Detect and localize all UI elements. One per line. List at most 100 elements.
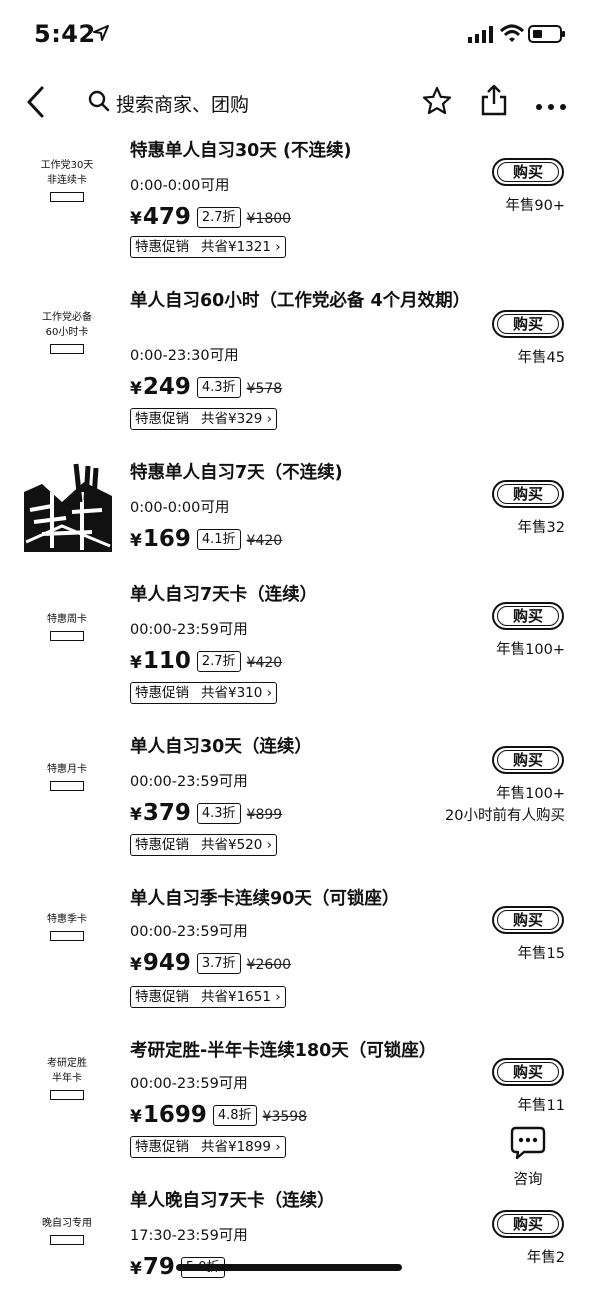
thumb-line: 考研定胜 [47,1058,87,1069]
buy-button[interactable]: 购买 [492,602,564,630]
price-value: 79 [142,1254,175,1280]
deal-thumbnail: 工作党必备 60小时卡 [22,310,112,400]
currency-symbol: ¥ [130,1259,142,1279]
deal-thumbnail: 晚自习专用 [22,1216,112,1306]
discount-badge: 2.7折 [196,207,241,228]
promo-save: 共省¥310 [201,685,263,701]
annual-sales: 年售100+ [496,786,565,802]
discount-badge: 4.8折 [212,1105,257,1126]
deal-price: ¥249 [130,374,191,400]
discount-badge: 2.7折 [196,651,241,672]
promo-badge[interactable]: 特惠促销 共省¥520 › [130,834,278,856]
thumb-tag [50,1090,84,1100]
signal-icon [468,26,494,48]
deal-hours: 0:00-0:00可用 [130,500,230,516]
promo-save: 共省¥329 [201,411,263,427]
promo-save: 共省¥1899 [201,1139,271,1155]
currency-symbol: ¥ [130,653,142,673]
discount-badge: 4.1折 [196,529,241,550]
deal-thumbnail: 工作党30天 非连续卡 [22,158,112,248]
deal-title: 特惠单人自习7天（不连续) [130,463,343,483]
thumb-line: 非连续卡 [47,175,87,186]
back-chevron-icon[interactable] [24,84,48,124]
nav-bar: 搜索商家、团购 [0,78,591,128]
buy-button[interactable]: 购买 [492,310,564,338]
consult-button[interactable]: 咨询 [506,1126,550,1189]
deal-price: ¥379 [130,800,191,826]
original-price: ¥420 [246,655,283,671]
promo-badge[interactable]: 特惠促销 共省¥310 › [130,682,278,704]
thumb-line: 半年卡 [52,1073,82,1084]
promo-save: 共省¥1321 [201,239,271,255]
deal-title: 单人自习季卡连续90天（可锁座） [130,889,400,909]
search-bar[interactable]: 搜索商家、团购 [88,86,388,120]
deal-title: 单人自习60小时（工作党必备 4个月效期） [130,291,471,311]
more-icon[interactable] [535,96,567,115]
price-line: ¥110 2.7折 ¥420 [130,648,282,674]
deal-thumbnail: 特惠周卡 [22,612,112,702]
thumb-line: 特惠季卡 [47,914,87,925]
deal-thumbnail: 特惠季卡 [22,912,112,1002]
buy-button[interactable]: 购买 [492,1210,564,1238]
promo-badge[interactable]: 特惠促销 共省¥1651 › [130,986,286,1008]
original-price: ¥1800 [246,211,292,227]
thumb-line: 晚自习专用 [42,1218,92,1229]
deal-title: 单人晚自习7天卡（连续） [130,1191,335,1211]
promo-label: 特惠促销 [135,1139,189,1155]
promo-badge[interactable]: 特惠促销 共省¥329 › [130,408,278,430]
promo-badge[interactable]: 特惠促销 共省¥1321 › [130,236,286,258]
price-line: ¥1699 4.8折 ¥3598 [130,1102,307,1128]
price-line: ¥379 4.3折 ¥899 [130,800,282,826]
deal-price: ¥949 [130,950,191,976]
buy-button[interactable]: 购买 [492,746,564,774]
promo-label: 特惠促销 [135,989,189,1005]
home-indicator[interactable] [176,1264,402,1271]
thumb-tag [50,344,84,354]
deal-price: ¥169 [130,526,191,552]
thumb-line: 工作党30天 [40,160,94,171]
price-line: ¥479 2.7折 ¥1800 [130,204,291,230]
deal-price: ¥1699 [130,1102,207,1128]
promo-label: 特惠促销 [135,685,189,701]
thumb-line: 特惠月卡 [47,764,87,775]
deal-hours: 0:00-23:30可用 [130,348,239,364]
star-icon[interactable] [422,86,452,120]
price-line: ¥169 4.1折 ¥420 [130,526,282,552]
original-price: ¥2600 [246,957,292,973]
buy-button[interactable]: 购买 [492,480,564,508]
currency-symbol: ¥ [130,531,142,551]
price-line: ¥949 3.7折 ¥2600 [130,950,291,976]
share-icon[interactable] [480,84,508,120]
buy-button[interactable]: 购买 [492,158,564,186]
annual-sales: 年售2 [526,1250,565,1266]
thumb-line: 工作党必备 [42,312,92,323]
currency-symbol: ¥ [130,209,142,229]
chat-icon [510,1126,546,1164]
deal-hours: 00:00-23:59可用 [130,774,248,790]
battery-icon [528,24,566,48]
annual-sales: 年售45 [517,350,565,366]
annual-sales: 年售15 [517,946,565,962]
deal-title: 特惠单人自习30天 (不连续) [130,141,352,161]
deal-thumbnail: 特惠月卡 [22,762,112,852]
annual-sales: 年售11 [517,1098,565,1114]
thumb-line: 60小时卡 [45,327,89,338]
thumb-tag [50,192,84,202]
status-time: 5:42 [34,20,96,48]
promo-label: 特惠促销 [135,239,189,255]
deal-photo [22,462,114,554]
buy-button[interactable]: 购买 [492,1058,564,1086]
price-value: 479 [142,204,191,230]
deal-hours: 00:00-23:59可用 [130,924,248,940]
promo-badge[interactable]: 特惠促销 共省¥1899 › [130,1136,286,1158]
wifi-icon [499,24,525,48]
deal-hours: 00:00-23:59可用 [130,1076,248,1092]
price-value: 110 [142,648,191,674]
thumb-line: 特惠周卡 [47,614,87,625]
annual-sales: 年售100+ [496,642,565,658]
price-value: 1699 [142,1102,207,1128]
deal-hours: 0:00-0:00可用 [130,178,230,194]
thumb-tag [50,931,84,941]
buy-button[interactable]: 购买 [492,906,564,934]
promo-label: 特惠促销 [135,411,189,427]
